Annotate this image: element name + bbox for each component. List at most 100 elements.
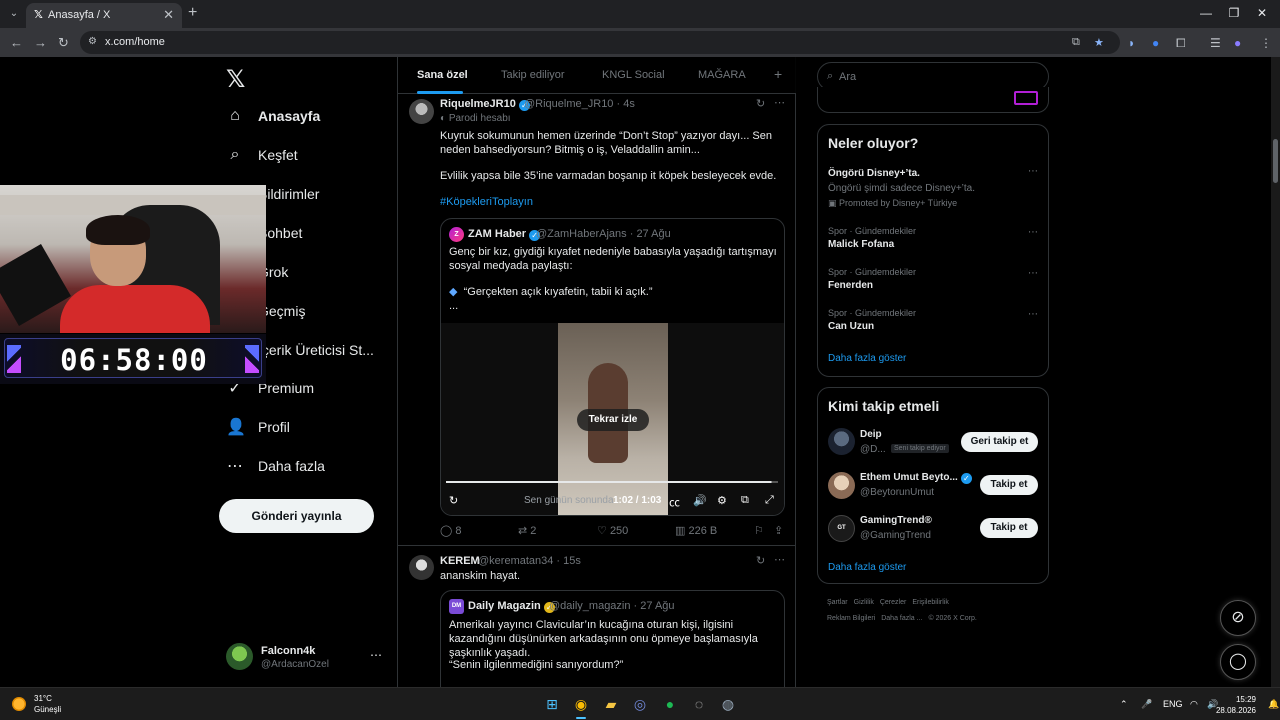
nav-item-more[interactable]: ⋯ Daha fazla [226, 451, 325, 481]
address-bar[interactable]: ⚙ x.com/home ⧉ ★ [80, 31, 1120, 54]
nav-item-home[interactable]: ⌂ Anasayfa [226, 101, 320, 131]
more-icon[interactable]: ⋯ [774, 553, 785, 566]
tab-for-you[interactable]: Sana özel [417, 69, 468, 81]
video-progress-bar[interactable] [446, 481, 778, 483]
notification-bell-icon[interactable]: 🔔 [1268, 699, 1279, 710]
spotify-icon[interactable]: ● [661, 695, 679, 713]
tweet-handle[interactable]: @kerematan34 [478, 555, 553, 567]
footer-link[interactable]: Çerezler [880, 599, 906, 606]
trend-name[interactable]: Fenerden [828, 280, 873, 291]
show-more-link[interactable]: Daha fazla göster [828, 353, 906, 364]
show-more-link[interactable]: Daha fazla göster [828, 562, 906, 573]
browser-menu-icon[interactable]: ⋮ [1260, 36, 1272, 50]
footer-link[interactable]: Şartlar [827, 599, 848, 606]
more-icon[interactable]: ⋯ [1028, 227, 1038, 238]
grok-icon[interactable]: ↻ [756, 554, 765, 567]
promo-thumbnail-icon[interactable] [1014, 91, 1038, 105]
more-icon[interactable]: ⋯ [370, 648, 382, 662]
clock[interactable]: 15:29 28.08.2026 [1216, 694, 1256, 716]
search-input[interactable] [839, 69, 1039, 85]
replay-button[interactable]: Tekrar izle [577, 409, 649, 431]
reply-button[interactable]: ◯ 8 [440, 524, 462, 537]
quoted-tweet[interactable]: DM Daily Magazin ✓ @daily_magazin · 27 Ağ… [440, 590, 785, 687]
new-tab-button[interactable]: + [188, 4, 197, 22]
browser-tab[interactable]: 𝕏 Anasayfa / X ✕ [26, 3, 182, 28]
more-icon[interactable]: ⋯ [1028, 268, 1038, 279]
close-window-button[interactable]: ✕ [1252, 6, 1272, 20]
chrome-icon[interactable]: ◉ [572, 695, 590, 713]
video-player[interactable]: Tekrar izle Sen günün sonunda 1:02 / 1:0… [441, 323, 784, 515]
install-app-icon[interactable]: ⧉ [1072, 36, 1080, 49]
chat-fab-icon[interactable]: ◯ [1220, 644, 1256, 680]
suggestion-name[interactable]: Deip [860, 429, 882, 440]
follow-button[interactable]: Takip et [980, 518, 1038, 538]
tab-following[interactable]: Takip ediliyor [501, 69, 565, 81]
promo-name[interactable]: Öngörü Disney+’ta. [828, 168, 920, 179]
footer-link[interactable]: Reklam Bilgileri [827, 615, 875, 622]
more-icon[interactable]: ⋯ [1028, 166, 1038, 177]
avatar[interactable] [409, 555, 434, 580]
bookmark-star-icon[interactable]: ★ [1094, 36, 1104, 49]
back-icon[interactable]: ← [10, 35, 23, 50]
tab-magara[interactable]: MAĞARA [698, 69, 746, 81]
tweet-author[interactable]: RiquelmeJR10 ✓ [440, 98, 530, 111]
site-info-icon[interactable]: ⚙ [88, 36, 97, 47]
post-button[interactable]: Gönderi yayınla [219, 499, 374, 533]
avatar[interactable] [828, 428, 855, 455]
footer-link[interactable]: Erişilebilirlik [912, 599, 949, 606]
quote-author[interactable]: ZAM Haber ✓ [468, 228, 541, 241]
suggestion-name[interactable]: GamingTrend® [860, 515, 932, 526]
url-text[interactable]: x.com/home [105, 36, 165, 48]
like-button[interactable]: ♡ 250 [597, 524, 628, 537]
account-switcher[interactable]: Falconn4k @ArdacanOzel ⋯ [226, 643, 386, 675]
add-tab-icon[interactable]: + [774, 66, 782, 82]
follow-back-button[interactable]: Geri takip et [961, 432, 1038, 452]
tab-kngl-social[interactable]: KNGL Social [602, 69, 665, 81]
extension-icon[interactable]: ◗ [1128, 36, 1135, 50]
quoted-tweet[interactable]: Z ZAM Haber ✓ @ZamHaberAjans · 27 Ağu Gen… [440, 218, 785, 516]
repost-button[interactable]: ⇄ 2 [518, 524, 536, 537]
grok-icon[interactable]: ↻ [756, 97, 765, 110]
microphone-icon[interactable]: 🎤 [1141, 699, 1152, 710]
extension-icon[interactable]: ● [1152, 36, 1159, 50]
minimize-button[interactable]: — [1196, 6, 1216, 20]
file-explorer-icon[interactable]: ▰ [602, 695, 620, 713]
nav-item-explore[interactable]: ⌕ Keşfet [226, 140, 298, 170]
follow-button[interactable]: Takip et [980, 475, 1038, 495]
views-button[interactable]: ▥ 226 B [675, 524, 717, 537]
tweet[interactable]: KEREM @kerematan34 · 15s ↻ ⋯ ananskim ha… [398, 547, 796, 687]
tweet-time[interactable]: 15s [563, 555, 581, 567]
more-icon[interactable]: ⋯ [1028, 309, 1038, 320]
wifi-icon[interactable]: ◠ [1190, 699, 1198, 710]
nav-item-profile[interactable]: 👤 Profil [226, 412, 290, 442]
page-scrollbar[interactable] [1271, 57, 1280, 687]
tweet[interactable]: RiquelmeJR10 ✓ @Riquelme_JR10 · 4s ↻ ⋯ ◐ … [398, 94, 796, 546]
hashtag-link[interactable]: #KöpekleriToplayın [440, 196, 533, 208]
trend-name[interactable]: Malick Fofana [828, 239, 894, 250]
reading-list-icon[interactable]: ☰ [1210, 36, 1221, 50]
footer-link[interactable]: Daha fazla ... [881, 615, 922, 622]
replay-icon[interactable]: ↻ [449, 494, 458, 507]
footer-link[interactable]: Gizlilik [854, 599, 874, 606]
settings-icon[interactable]: ⚙ [717, 494, 727, 507]
picture-in-picture-icon[interactable]: ⧉ [741, 494, 749, 507]
quote-author[interactable]: Daily Magazin ✓ [468, 600, 555, 613]
x-logo-icon[interactable]: 𝕏 [226, 65, 245, 94]
avatar[interactable]: Z [449, 227, 464, 242]
tab-close-icon[interactable]: ✕ [163, 7, 174, 23]
start-icon[interactable]: ⊞ [543, 695, 561, 713]
language-indicator[interactable]: ENG [1163, 699, 1183, 709]
captions-icon[interactable]: ㏄ [669, 494, 680, 510]
suggestion-name[interactable]: Ethem Umut Beyto... ✓ [860, 472, 972, 484]
avatar[interactable]: DM [449, 599, 464, 614]
avatar[interactable]: GT [828, 515, 855, 542]
avatar[interactable] [828, 472, 855, 499]
chevron-up-icon[interactable]: ⌃ [1120, 699, 1128, 710]
steam-icon[interactable]: ◍ [719, 695, 737, 713]
scroll-thumb[interactable] [1273, 139, 1278, 183]
discord-icon[interactable]: ◎ [631, 695, 649, 713]
reload-icon[interactable]: ↻ [58, 35, 69, 51]
bookmark-icon[interactable]: ⚐ [754, 524, 764, 537]
app-icon[interactable]: ◌ [690, 695, 708, 713]
weather-desc[interactable]: Güneşli [34, 705, 61, 714]
